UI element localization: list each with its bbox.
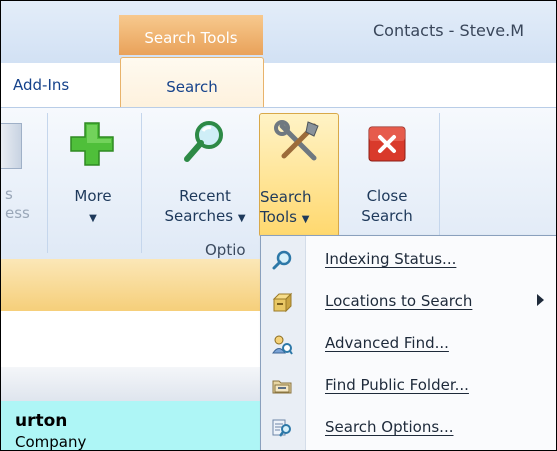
more-dropdown-arrow: ▼ bbox=[89, 213, 97, 224]
menu-item-advanced-find[interactable]: Advanced Find... bbox=[261, 326, 556, 362]
menu-item-locations-to-search[interactable]: Locations to Search bbox=[261, 284, 556, 320]
search-options-icon bbox=[272, 419, 291, 437]
recent-searches-dropdown-arrow: ▼ bbox=[237, 213, 246, 224]
partial-button-line1: s bbox=[5, 185, 13, 203]
menu-item-label: Advanced Find... bbox=[325, 334, 449, 352]
recent-search-magnifier-icon bbox=[184, 121, 223, 162]
plus-icon bbox=[70, 122, 114, 166]
contact-card[interactable]: urton Company bbox=[1, 401, 301, 451]
more-button-label: More bbox=[74, 187, 112, 205]
partial-button-line2: ess bbox=[5, 204, 30, 222]
search-tools-line1: Search bbox=[260, 188, 312, 206]
menu-item-label: Find Public Folder... bbox=[325, 376, 469, 394]
close-icon bbox=[368, 126, 406, 162]
menu-item-label: Indexing Status... bbox=[325, 250, 457, 268]
cabinet-icon bbox=[272, 292, 293, 313]
contextual-tab-label: Search Tools bbox=[144, 29, 238, 47]
contact-company: Company bbox=[15, 433, 87, 451]
menu-item-search-options[interactable]: Search Options... bbox=[261, 410, 556, 446]
search-tools-menu: Indexing Status... Locations to Search A… bbox=[260, 235, 556, 450]
ribbon-separator bbox=[47, 113, 48, 253]
ribbon-separator bbox=[439, 113, 440, 253]
advanced-find-icon bbox=[272, 335, 293, 355]
search-tools-line2: Tools bbox=[260, 208, 297, 226]
close-search-line1: Close bbox=[366, 187, 408, 205]
contact-name: urton bbox=[15, 411, 68, 431]
close-search-line2: Search bbox=[361, 207, 413, 225]
partial-button[interactable]: s ess bbox=[1, 185, 35, 223]
tab-add-ins[interactable]: Add-Ins bbox=[1, 63, 119, 107]
folder-find-icon bbox=[272, 380, 292, 394]
search-tools-button[interactable]: Search Tools ▼ bbox=[259, 113, 339, 237]
contextual-tab-header: Search Tools bbox=[119, 15, 263, 55]
tab-search[interactable]: Search bbox=[120, 57, 264, 110]
menu-item-indexing-status[interactable]: Indexing Status... bbox=[261, 242, 556, 278]
partial-button-icon bbox=[1, 123, 22, 169]
magnifier-icon bbox=[272, 250, 292, 270]
outlook-window: Search Tools Contacts - Steve.M Add-Ins … bbox=[0, 0, 557, 451]
menu-item-find-public-folder[interactable]: Find Public Folder... bbox=[261, 368, 556, 404]
recent-searches-line1: Recent bbox=[179, 187, 231, 205]
ribbon-separator bbox=[141, 113, 142, 253]
tools-icon bbox=[274, 120, 319, 161]
search-tools-dropdown-arrow: ▼ bbox=[301, 214, 310, 225]
recent-searches-line2: Searches bbox=[164, 207, 234, 225]
tab-search-label: Search bbox=[166, 78, 218, 96]
tab-add-ins-label: Add-Ins bbox=[13, 76, 70, 94]
menu-item-label: Locations to Search bbox=[325, 292, 473, 310]
window-title: Contacts - Steve.M bbox=[373, 21, 525, 40]
menu-item-label: Search Options... bbox=[325, 418, 454, 436]
options-group-label: Optio bbox=[205, 241, 246, 259]
submenu-arrow-icon bbox=[537, 294, 544, 306]
